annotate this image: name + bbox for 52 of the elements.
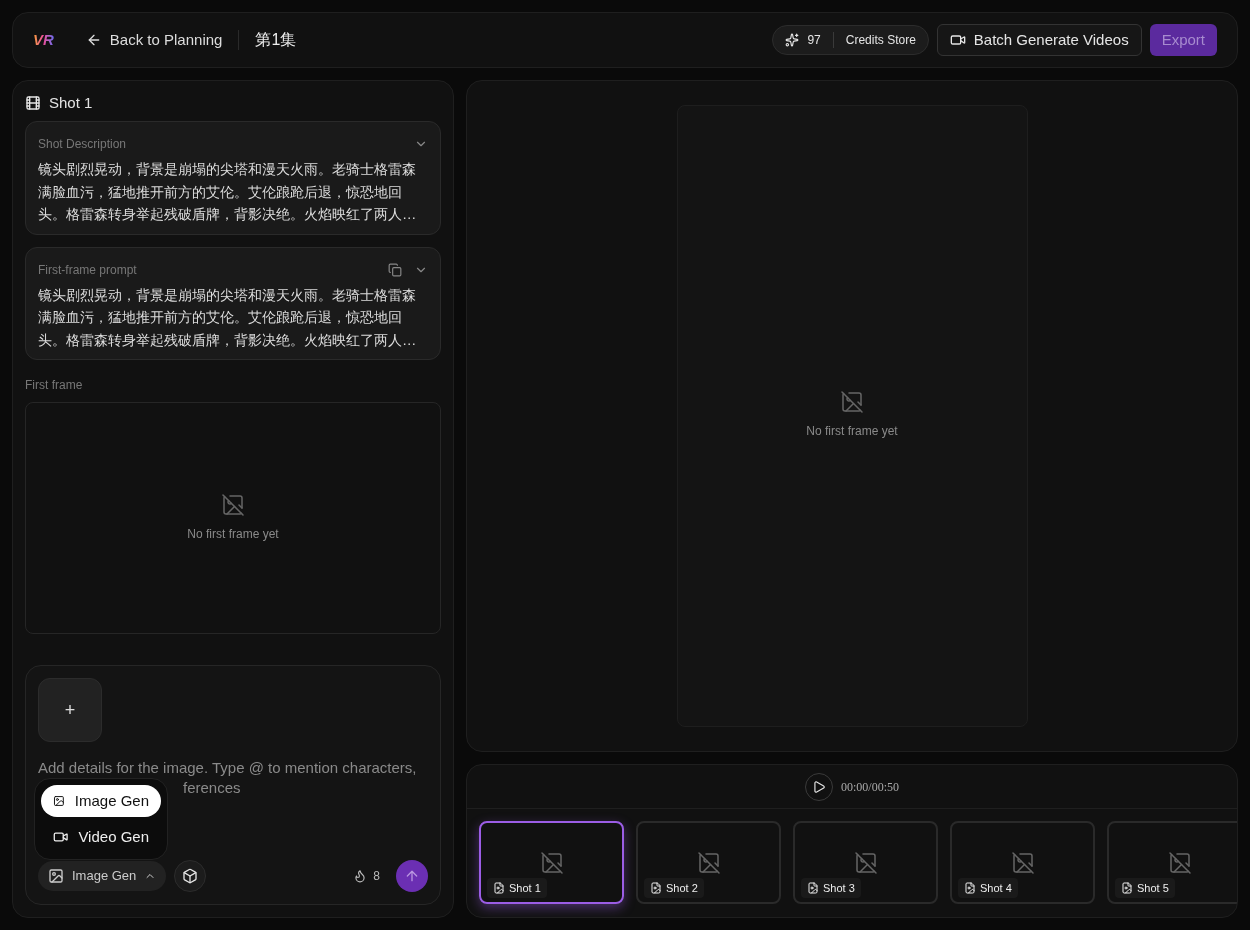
play-icon [812, 779, 826, 794]
sparkles-icon [785, 33, 800, 47]
no-image-icon [221, 493, 245, 517]
add-reference-button[interactable]: + [38, 678, 102, 742]
batch-generate-button[interactable]: Batch Generate Videos [936, 24, 1142, 56]
card-label: Shot Description [38, 136, 127, 153]
cost-count: 8 [373, 868, 380, 885]
episode-title: 第1集 [255, 30, 297, 50]
image-file-icon [964, 882, 976, 894]
back-button[interactable]: Back to Planning [85, 28, 223, 52]
credits-store-link[interactable]: Credits Store [845, 31, 916, 49]
cube-icon [182, 868, 199, 884]
send-button[interactable] [396, 860, 428, 892]
empty-state-text: No first frame yet [806, 423, 898, 440]
mode-menu-item[interactable]: Image Gen [41, 785, 161, 817]
shot-label: Shot 1 [509, 880, 541, 896]
mode-menu-item[interactable]: Video Gen [41, 821, 161, 853]
image-icon [53, 793, 65, 809]
shot-thumbnail[interactable]: Shot 1 [479, 821, 624, 904]
no-image-icon [1010, 850, 1035, 875]
first-frame-label: First frame [25, 377, 84, 394]
shot-thumbnail[interactable]: Shot 4 [950, 821, 1095, 904]
no-image-icon [853, 850, 878, 875]
image-file-icon [1121, 882, 1133, 894]
credits-count: 97 [807, 32, 821, 49]
film-icon [25, 95, 41, 111]
image-icon [48, 868, 64, 884]
cube-button[interactable] [174, 860, 207, 892]
shot-thumbnail[interactable]: Shot 5 [1107, 821, 1237, 904]
shot-title: Shot 1 [49, 92, 93, 113]
prompt-text: 镜头剧烈晃动，背景是崩塌的尖塔和漫天火雨。老骑士格雷森满脸血污，猛地推开前方的艾伦。艾伦踉跄后退，惊恐地回头。格雷森转身举起残破盾牌，背影决绝。火焰映红了两人… [38, 285, 418, 350]
shot-thumbnail[interactable]: Shot 3 [793, 821, 938, 904]
empty-state-text: No first frame yet [187, 526, 279, 543]
shot-label: Shot 3 [823, 880, 855, 896]
mode-selector[interactable]: Image Gen [38, 861, 167, 891]
shot-label: Shot 2 [666, 880, 698, 896]
flame-icon [353, 869, 368, 883]
prompt-text: 镜头剧烈晃动，背景是崩塌的尖塔和漫天火雨。老骑士格雷森满脸血污，猛地推开前方的艾伦。艾伦踉跄后退，惊恐地回头。格雷森转身举起残破盾牌，背影决绝。火焰映红了两人… [38, 160, 418, 224]
image-file-icon [650, 882, 662, 894]
video-camera-icon [949, 32, 966, 48]
no-image-icon [696, 850, 721, 875]
no-image-icon [539, 850, 564, 875]
shot-thumbnail[interactable]: Shot 2 [636, 821, 781, 904]
no-image-icon [1167, 850, 1192, 875]
no-image-icon [840, 390, 864, 414]
image-file-icon [807, 882, 819, 894]
image-file-icon [493, 882, 505, 894]
shot-label: Shot 5 [1137, 880, 1169, 896]
time-display: 00:00/00:50 [841, 778, 899, 796]
shot-label: Shot 4 [980, 880, 1012, 896]
card-label: First-frame prompt [38, 261, 137, 279]
copy-icon[interactable] [388, 262, 402, 277]
